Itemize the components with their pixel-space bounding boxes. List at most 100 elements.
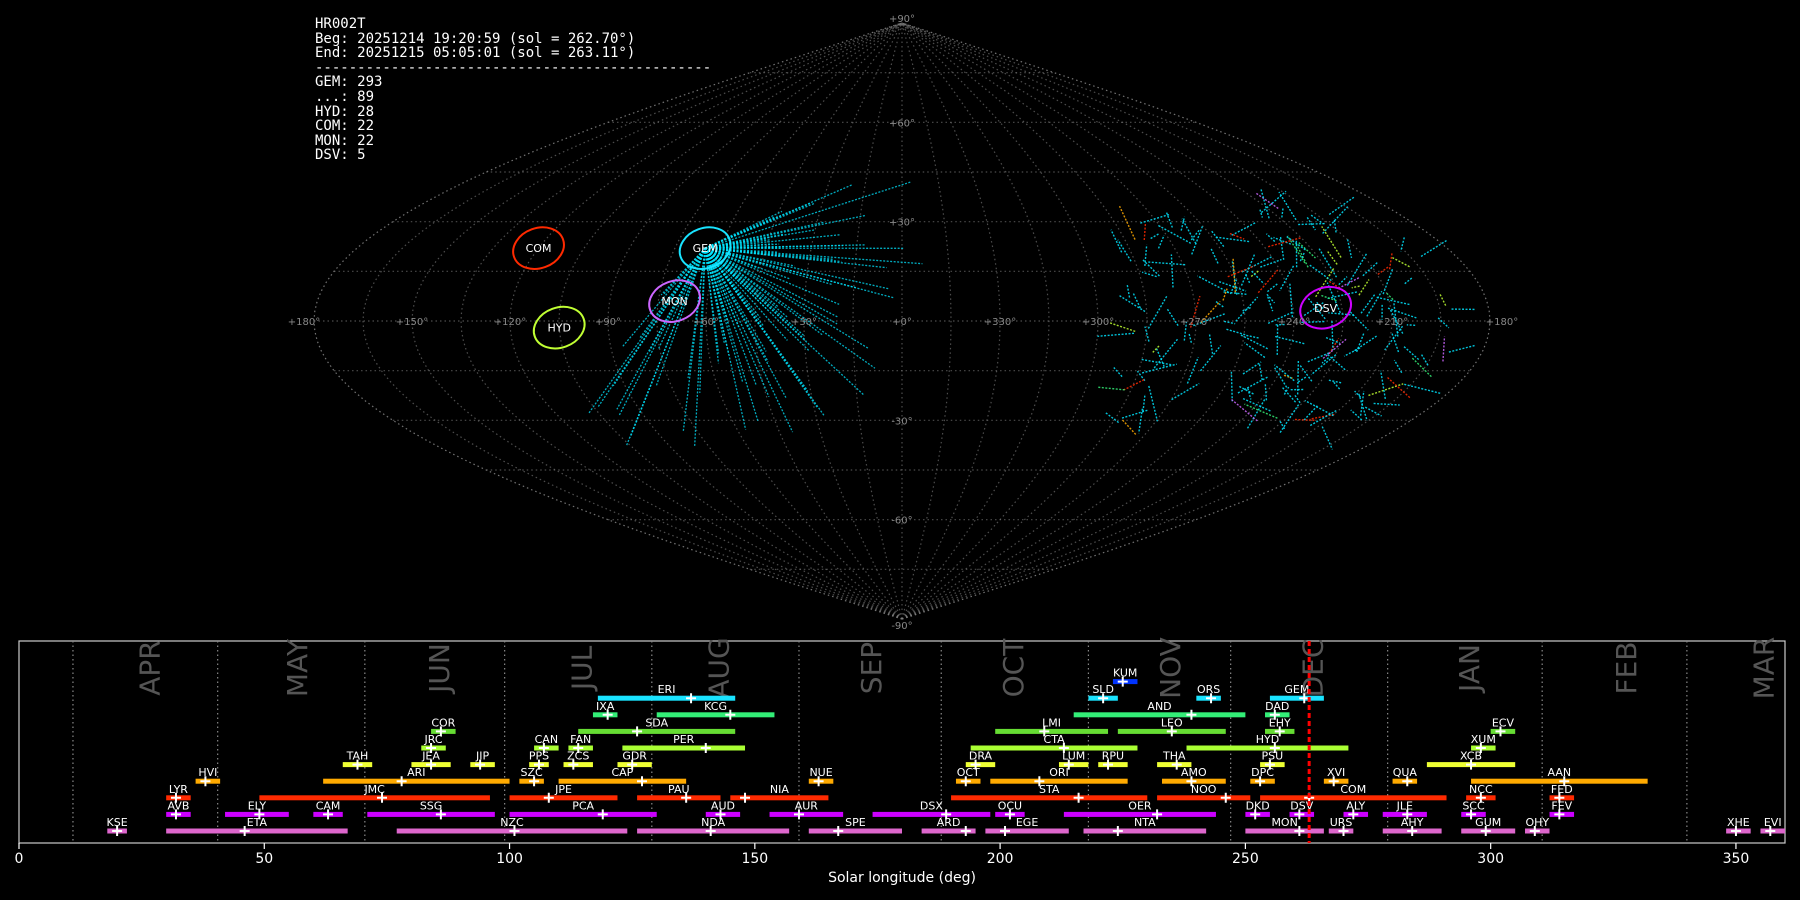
shower-peak-marker bbox=[1269, 709, 1280, 720]
shower-bar bbox=[995, 728, 1109, 734]
shower-label: ORS bbox=[1197, 683, 1220, 696]
longitude-label: +90° bbox=[595, 317, 621, 328]
shower-bar bbox=[563, 762, 593, 768]
meteor-trail bbox=[1110, 229, 1123, 253]
shower-peak-marker bbox=[632, 726, 643, 737]
shower-label: GDR bbox=[622, 750, 647, 763]
sky-map: COM GEM MON HYD DSV +180° +150° +120° +90° +60° +3… bbox=[288, 14, 1518, 632]
shower-peak-marker bbox=[1466, 759, 1477, 770]
shower-bar bbox=[107, 828, 127, 834]
meteor-trail bbox=[1264, 382, 1268, 401]
shower-label: FEV bbox=[1551, 799, 1572, 812]
shower-bar bbox=[1265, 728, 1295, 734]
shower-label: STA bbox=[1039, 783, 1060, 796]
shower-peak-marker bbox=[1073, 792, 1084, 803]
meteor-trail bbox=[1223, 320, 1236, 325]
month-label: MAR bbox=[1748, 637, 1781, 700]
x-tick-label: 150 bbox=[741, 851, 768, 867]
latitude-label: -90° bbox=[891, 621, 912, 632]
shower-bar bbox=[166, 828, 348, 834]
shower-peak-marker bbox=[960, 776, 971, 787]
meteor-trail bbox=[1246, 334, 1260, 339]
shower-bar bbox=[1490, 728, 1516, 734]
shower-peak-marker bbox=[1250, 809, 1261, 820]
shower-label: ELY bbox=[248, 799, 267, 812]
shower-bar bbox=[529, 762, 549, 768]
shower-peak-marker bbox=[377, 792, 388, 803]
shower-label: KUM bbox=[1113, 667, 1137, 680]
shower-bar bbox=[1289, 811, 1315, 817]
shower-peak-marker bbox=[1171, 759, 1182, 770]
shower-label: URS bbox=[1330, 816, 1353, 829]
x-tick-label: 350 bbox=[1723, 851, 1750, 867]
meteor-trail bbox=[1141, 363, 1177, 374]
meteor-trail bbox=[1141, 358, 1172, 366]
shower-label: AAN bbox=[1548, 766, 1572, 779]
month-label: AUG bbox=[703, 637, 736, 698]
meteor-trail bbox=[1411, 356, 1432, 378]
meteor-trail bbox=[1267, 296, 1274, 312]
shower-label: OHY bbox=[1525, 816, 1549, 829]
shower-bar bbox=[1726, 828, 1751, 834]
shower-bar bbox=[1073, 712, 1246, 718]
shower-label: XVI bbox=[1327, 766, 1345, 779]
meteor-trail bbox=[693, 248, 706, 447]
shower-peak-marker bbox=[686, 693, 697, 704]
shower-label: EHY bbox=[1269, 716, 1291, 729]
meteor-trail bbox=[1230, 371, 1233, 402]
shower-peak-marker bbox=[1098, 693, 1109, 704]
shower-peak-marker bbox=[1299, 693, 1310, 704]
shower-peak-marker bbox=[1475, 743, 1486, 753]
shower-label: PPS bbox=[529, 750, 549, 763]
shower-bar bbox=[1117, 728, 1226, 734]
shower-label: ZCS bbox=[567, 750, 589, 763]
meteor-trail bbox=[1190, 228, 1201, 241]
x-tick-label: 50 bbox=[255, 851, 273, 867]
meteor-trail bbox=[1297, 376, 1307, 383]
meteor-trail bbox=[1147, 295, 1168, 329]
x-tick-label: 200 bbox=[987, 851, 1014, 867]
shower-label: GUM bbox=[1475, 816, 1501, 829]
month-label: SEP bbox=[855, 642, 888, 694]
shower-bar bbox=[534, 745, 559, 751]
shower-bar bbox=[622, 745, 746, 751]
meteor-trail bbox=[1126, 284, 1131, 298]
shower-label: CAP bbox=[611, 766, 633, 779]
shower-bar bbox=[1392, 778, 1418, 784]
shower-label: JLE bbox=[1396, 799, 1413, 812]
shower-label: MON bbox=[1271, 816, 1297, 829]
shower-label: RPU bbox=[1102, 750, 1124, 763]
shower-peak-marker bbox=[529, 776, 540, 787]
shower-label: ETA bbox=[247, 816, 268, 829]
shower-label: QUA bbox=[1393, 766, 1418, 779]
shower-bar bbox=[1760, 828, 1785, 834]
radiant-label: HYD bbox=[547, 322, 570, 335]
shower-bar bbox=[509, 811, 657, 817]
meteor-trail bbox=[1274, 335, 1305, 345]
meteor-trail bbox=[1267, 282, 1279, 293]
shower-bar bbox=[342, 762, 373, 768]
shower-label: AHY bbox=[1401, 816, 1424, 829]
meteor-trail bbox=[1310, 214, 1324, 225]
meteor-trail bbox=[704, 247, 759, 423]
meteor-trail bbox=[1400, 237, 1405, 252]
meteor-trail bbox=[1294, 394, 1301, 404]
meteor-trail bbox=[1279, 265, 1295, 292]
latitude-label: -30° bbox=[891, 416, 912, 427]
shower-peak-marker bbox=[1328, 776, 1339, 787]
shower-label: JEA bbox=[421, 750, 440, 763]
shower-peak-marker bbox=[1402, 776, 1413, 787]
shower-bar bbox=[411, 762, 451, 768]
shower-peak-marker bbox=[1103, 759, 1114, 770]
shower-label: KSE bbox=[107, 816, 128, 829]
shower-peak-marker bbox=[1348, 809, 1359, 820]
shower-peak-marker bbox=[112, 826, 123, 836]
longitude-label: +240° bbox=[1278, 317, 1310, 328]
meteor-trail bbox=[1307, 351, 1331, 363]
shower-peak-marker bbox=[1166, 726, 1177, 737]
shower-peak-marker bbox=[352, 759, 363, 770]
radiant-label: COM bbox=[526, 242, 552, 255]
shower-bar bbox=[578, 728, 736, 734]
shower-peak-marker bbox=[1495, 726, 1506, 737]
shower-label: JMC bbox=[363, 783, 385, 796]
